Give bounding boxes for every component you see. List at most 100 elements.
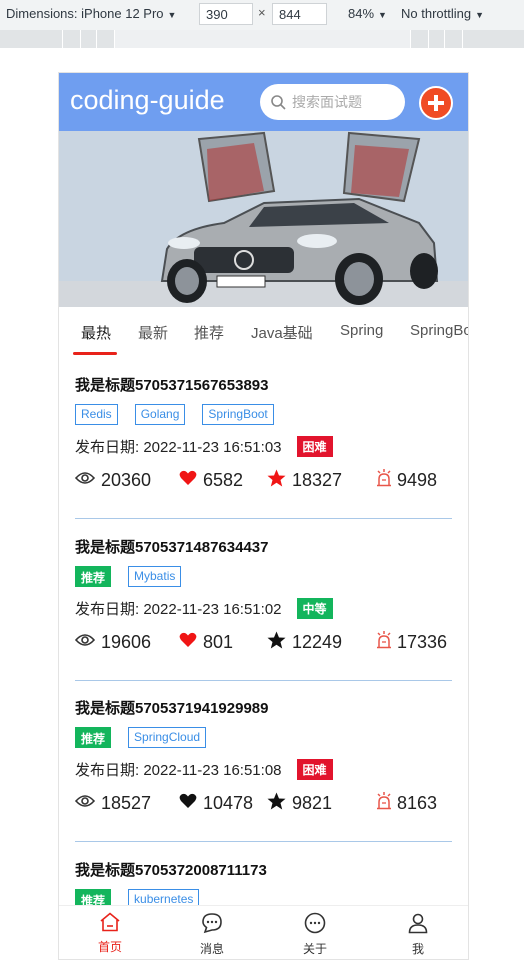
nav-item[interactable]: 消息 — [182, 912, 242, 957]
tab-latest[interactable]: 最新 — [138, 322, 168, 343]
star-count: 9821 — [292, 793, 333, 813]
view-stat: 20360 — [74, 470, 179, 491]
post-stats: 20360 6582 18327 9498 — [74, 469, 437, 492]
post-title[interactable]: 我是标题5705371567653893 — [75, 374, 268, 395]
search-placeholder: 搜索面试题 — [292, 94, 362, 110]
post-card[interactable]: 我是标题5705371941929989 推荐 SpringCloud 发布日期: … — [74, 680, 452, 842]
tab-recommended[interactable]: 推荐 — [194, 322, 224, 343]
view-stat: 19606 — [74, 632, 179, 653]
nav-label: 消息 — [199, 942, 224, 956]
nav-label: 首页 — [97, 940, 122, 954]
publish-date: 发布日期: 2022-11-23 16:51:02 — [75, 601, 282, 618]
device-select[interactable]: Dimensions: iPhone 12 Pro ▼ — [6, 6, 176, 21]
throttling-select[interactable]: No throttling ▼ — [401, 6, 484, 21]
device-label: Dimensions: iPhone 12 Pro — [6, 6, 164, 21]
ruler-tick — [62, 30, 63, 48]
height-input[interactable]: 844 — [272, 3, 327, 25]
post-tags: 推荐 Mybatis — [75, 566, 198, 587]
tab-hot[interactable]: 最热 — [81, 322, 111, 343]
post-tag[interactable]: Golang — [134, 404, 186, 425]
post-tag[interactable]: 推荐 — [75, 566, 112, 587]
zoom-select[interactable]: 84% ▼ — [348, 6, 387, 21]
eye-icon — [74, 793, 101, 814]
alarm-icon — [377, 631, 397, 654]
ruler-tick — [96, 30, 97, 48]
width-input[interactable]: 390 — [199, 3, 253, 25]
post-title[interactable]: 我是标题5705372008711173 — [75, 859, 267, 880]
view-count: 20360 — [101, 470, 152, 490]
post-tag[interactable]: SpringCloud — [128, 727, 207, 748]
ruler-tick — [462, 30, 463, 48]
brand-title: coding-guide — [70, 85, 225, 115]
media-query-ruler[interactable] — [0, 30, 524, 48]
post-stats: 18527 10478 9821 8163 — [74, 792, 437, 815]
like-count: 6582 — [203, 470, 244, 490]
star-count: 12249 — [292, 632, 343, 652]
difficulty-badge: 中等 — [296, 598, 333, 619]
message-icon — [201, 912, 223, 937]
nav-item[interactable]: 我 — [388, 912, 448, 957]
like-stat[interactable]: 10478 — [179, 793, 267, 814]
about-icon — [304, 912, 326, 937]
ruler-tick — [410, 30, 411, 48]
search-icon — [271, 95, 286, 110]
nav-item[interactable]: 关于 — [285, 912, 345, 957]
post-card[interactable]: 我是标题5705371487634437 推荐 Mybatis 发布日期: 2022… — [74, 519, 452, 681]
search-input[interactable]: 搜索面试题 — [260, 84, 405, 120]
ruler-tick — [428, 30, 429, 48]
zoom-label: 84% — [348, 6, 375, 21]
post-title[interactable]: 我是标题5705371941929989 — [75, 697, 268, 718]
like-count: 10478 — [203, 793, 254, 813]
nav-label: 关于 — [302, 942, 327, 956]
alert-count: 17336 — [397, 632, 448, 652]
post-tag[interactable]: Redis — [75, 404, 118, 425]
nav-label: 我 — [411, 942, 424, 956]
tab-springboot[interactable]: SpringBoot — [410, 322, 468, 339]
ruler-segment — [114, 30, 410, 48]
alert-count: 9498 — [397, 470, 438, 490]
alert-stat: 17336 — [377, 631, 447, 654]
post-tags: 推荐 SpringCloud — [75, 727, 223, 748]
difficulty-badge: 困难 — [296, 436, 333, 457]
post-tag[interactable]: Mybatis — [128, 566, 182, 587]
home-icon — [99, 912, 121, 935]
user-icon — [407, 912, 429, 937]
category-tabs: 最热 最新 推荐 Java基础 Spring SpringBoot — [59, 307, 468, 357]
ruler-tick — [114, 30, 115, 48]
tab-spring[interactable]: Spring — [340, 322, 383, 339]
tab-java-basics[interactable]: Java基础 — [251, 322, 313, 343]
banner-image[interactable] — [59, 131, 468, 307]
like-stat[interactable]: 6582 — [179, 470, 267, 491]
post-tags: Redis Golang SpringBoot — [75, 404, 291, 425]
heart-icon — [179, 632, 203, 653]
alert-stat: 8163 — [377, 792, 437, 815]
alert-count: 8163 — [397, 793, 438, 813]
car-image — [59, 131, 468, 307]
alert-stat: 9498 — [377, 469, 437, 492]
dropdown-caret-icon: ▼ — [378, 10, 387, 20]
active-tab-indicator — [73, 352, 117, 355]
bottom-navigation: 首页 消息 关于 我 — [59, 905, 468, 959]
view-count: 18527 — [101, 793, 152, 813]
star-stat[interactable]: 12249 — [267, 631, 377, 654]
like-stat[interactable]: 801 — [179, 632, 267, 653]
post-tag[interactable]: 推荐 — [75, 727, 112, 748]
post-meta: 发布日期: 2022-11-23 16:51:08 困难 — [75, 759, 333, 780]
star-icon — [267, 792, 292, 815]
star-stat[interactable]: 9821 — [267, 792, 377, 815]
difficulty-badge: 困难 — [296, 759, 333, 780]
post-tag[interactable]: SpringBoot — [202, 404, 274, 425]
post-title[interactable]: 我是标题5705371487634437 — [75, 536, 268, 557]
add-button[interactable] — [419, 86, 453, 120]
post-card[interactable]: 我是标题5705371567653893 Redis Golang SpringBoo… — [74, 357, 452, 519]
times-icon: × — [258, 5, 266, 20]
plus-icon — [428, 95, 444, 111]
star-stat[interactable]: 18327 — [267, 469, 377, 492]
eye-icon — [74, 632, 101, 653]
dropdown-caret-icon: ▼ — [475, 10, 485, 20]
post-meta: 发布日期: 2022-11-23 16:51:02 中等 — [75, 598, 333, 619]
like-count: 801 — [203, 632, 234, 652]
nav-item[interactable]: 首页 — [80, 912, 140, 955]
alarm-icon — [377, 792, 397, 815]
alarm-icon — [377, 469, 397, 492]
